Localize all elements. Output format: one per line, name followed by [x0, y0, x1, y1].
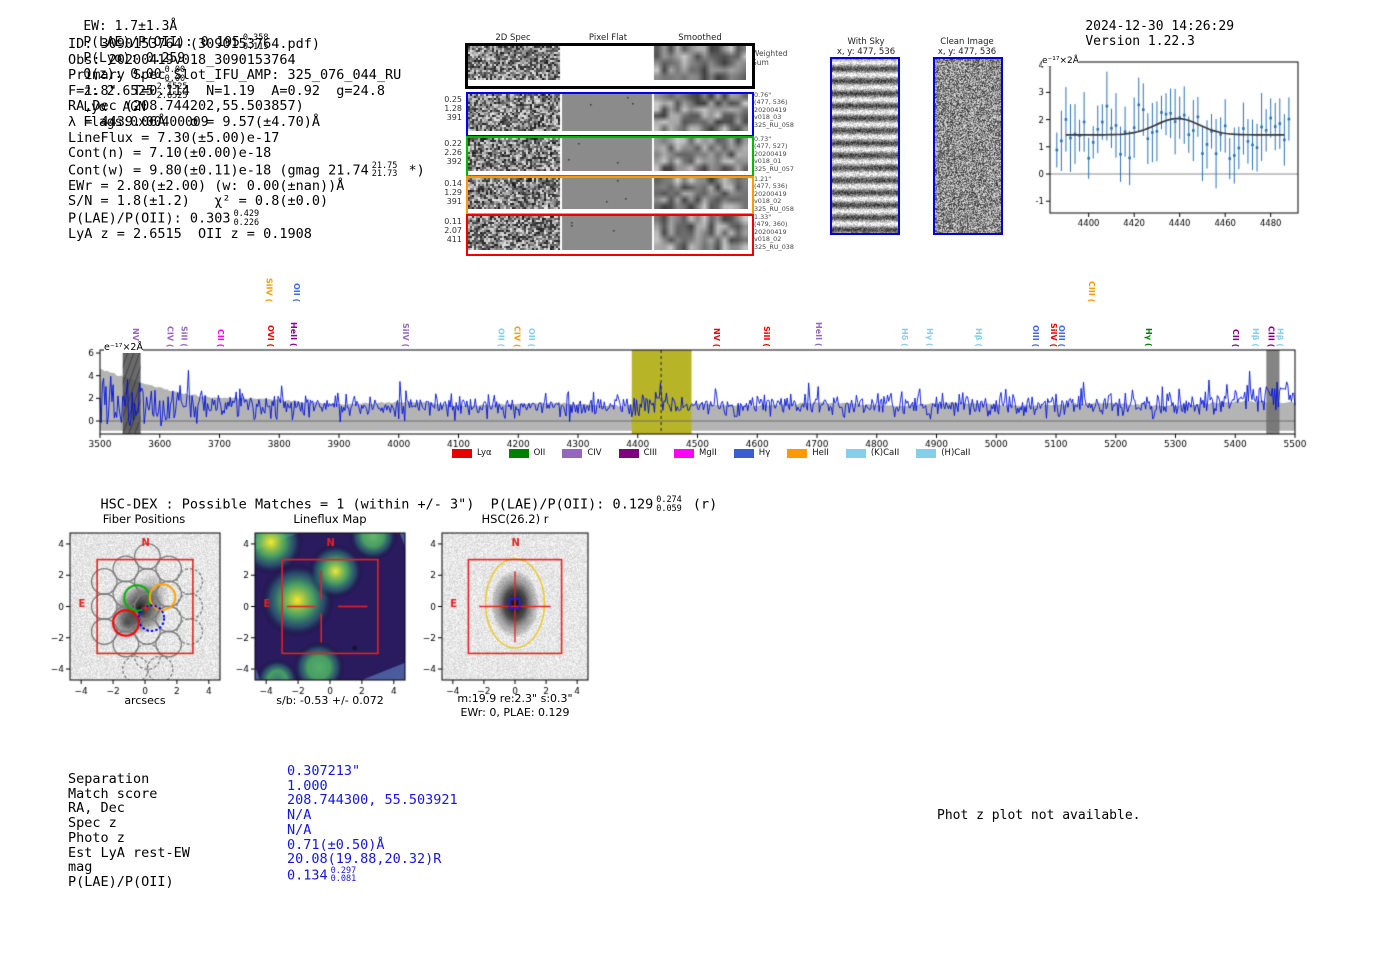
- match-table-label: Est LyA rest-EW: [68, 844, 190, 861]
- legend-item: CIII: [618, 448, 658, 458]
- legend-item: HeII: [787, 448, 829, 458]
- legend-label: Lyα: [477, 448, 492, 458]
- emission-line-label: CIII (: [1087, 280, 1097, 302]
- emission-line-label: SiIV (: [264, 277, 274, 302]
- legend-swatch: [508, 448, 529, 458]
- emission-line-label: OII (: [291, 282, 301, 302]
- legend-item: Hγ: [733, 448, 771, 458]
- match-table-label: RA, Dec: [68, 800, 125, 817]
- hsc-xlabel: m:19.9 re:2.3" s:0.3": [457, 692, 573, 705]
- hsc-xlabel2: EWr: 0, PLAE: 0.129: [460, 706, 570, 719]
- photz-note: Phot z plot not available.: [937, 808, 1141, 823]
- inset-units-annotation: e⁻¹⁷×2Å: [1042, 56, 1079, 66]
- legend-label: Hγ: [758, 448, 771, 458]
- legend-item: MgII: [674, 448, 717, 458]
- legend-label: HeII: [812, 448, 829, 458]
- legend-swatch: [733, 448, 754, 458]
- legend-label: CIV: [587, 448, 602, 458]
- legend-label: MgII: [699, 448, 717, 458]
- legend-swatch: [787, 448, 808, 458]
- legend-swatch: [674, 448, 695, 458]
- legend-item: (H)CaII: [916, 448, 970, 458]
- fiber-positions-panel: [38, 508, 244, 698]
- legend-swatch: [618, 448, 639, 458]
- legend-swatch: [562, 448, 583, 458]
- match-table-labels: Separation Match score RA, Dec Spec z Photo …: [68, 772, 190, 890]
- match-table-label: P(LAE)/P(OII): [68, 873, 174, 890]
- match-table-value: N/A: [287, 807, 312, 824]
- spectrum-legend: Lyα OII CIV CIII MgII Hγ HeII (K)CaII (H)CaII: [452, 448, 970, 458]
- match-table-label: Spec z: [68, 815, 117, 832]
- elixer-report-page: EW: 1.7±1.3Å P(LAE)/P(OII): 0.195 0.358 0.…: [0, 0, 1400, 953]
- legend-swatch: [916, 448, 937, 458]
- match-table-value: N/A: [287, 821, 312, 838]
- match-table-value: 208.744300, 55.503921: [287, 792, 458, 809]
- match-table-value: 20.08(19.88,20.32)R: [287, 851, 442, 868]
- match-table-label: Separation: [68, 771, 150, 787]
- match-table-value: 0.71(±0.50)Å: [287, 836, 385, 853]
- match-table-value: 0.307213": [287, 763, 361, 779]
- legend-label: OII: [533, 448, 546, 458]
- emission-line-labels: NV (CIV (SiII (CII (OVI (SiIV (HeII (OII…: [0, 0, 1400, 349]
- hsc-r-panel: [408, 508, 612, 698]
- legend-label: (K)CaII: [870, 448, 900, 458]
- match-table-label: Photo z: [68, 829, 125, 846]
- lineflux-map-panel: [228, 508, 428, 698]
- match-table-value-plae: 0.134 0.297 0.081: [287, 865, 357, 885]
- legend-swatch: [452, 448, 472, 458]
- lineflux-xlabel: s/b: -0.53 +/- 0.072: [276, 694, 384, 707]
- match-table-label: mag: [68, 859, 93, 876]
- legend-label: (H)CaII: [941, 448, 971, 458]
- match-table-value-frac: 0.297 0.081: [330, 865, 357, 885]
- main-spectrum-plot: [80, 341, 1320, 453]
- legend-item: Lyα: [452, 448, 492, 458]
- legend-item: CIV: [562, 448, 602, 458]
- fiber-xlabel: arcsecs: [124, 694, 166, 707]
- legend-item: OII: [508, 448, 546, 458]
- legend-item: (K)CaII: [845, 448, 900, 458]
- match-table-value: 1.000: [287, 777, 328, 794]
- match-table-label: Match score: [68, 785, 158, 802]
- legend-label: CIII: [643, 448, 658, 458]
- match-table-values: 0.307213" 1.000 208.744300, 55.503921 N/A N/…: [287, 764, 458, 884]
- mainspec-units-annotation: e⁻¹⁷×2Å: [104, 342, 143, 353]
- legend-swatch: [845, 448, 866, 458]
